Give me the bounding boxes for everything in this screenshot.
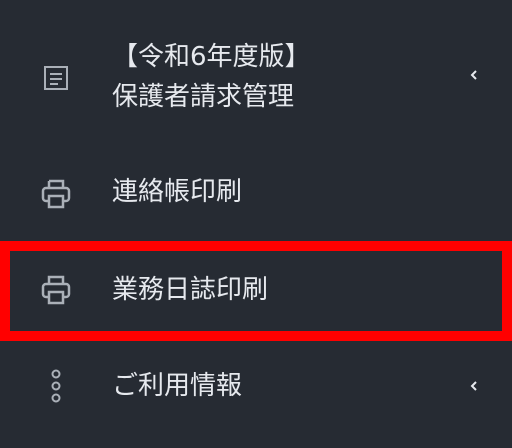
menu-item-work-journal-print[interactable]: 業務日誌印刷 xyxy=(0,241,512,341)
document-icon xyxy=(38,60,74,96)
sidebar-menu: 【令和6年度版】 保護者請求管理 連絡帳印刷 業務日誌印刷 ご利用情報 xyxy=(0,0,512,448)
printer-icon xyxy=(38,176,74,212)
menu-item-label-line1: 【令和6年度版】 xyxy=(112,42,311,72)
menu-item-label: 業務日誌印刷 xyxy=(112,275,269,305)
menu-item-guardian-billing[interactable]: 【令和6年度版】 保護者請求管理 xyxy=(0,20,512,130)
chevron-left-icon[interactable] xyxy=(466,378,482,394)
vertical-dots-icon xyxy=(38,368,74,404)
menu-item-label: 連絡帳印刷 xyxy=(112,177,243,207)
menu-item-contact-book-print[interactable]: 連絡帳印刷 xyxy=(0,150,512,238)
chevron-left-icon[interactable] xyxy=(466,67,482,83)
menu-item-label: ご利用情報 xyxy=(112,371,243,401)
menu-item-label: 【令和6年度版】 保護者請求管理 xyxy=(112,37,311,117)
menu-item-usage-info[interactable]: ご利用情報 xyxy=(0,350,512,430)
printer-icon xyxy=(38,272,74,308)
menu-item-label-line2: 保護者請求管理 xyxy=(112,82,295,112)
